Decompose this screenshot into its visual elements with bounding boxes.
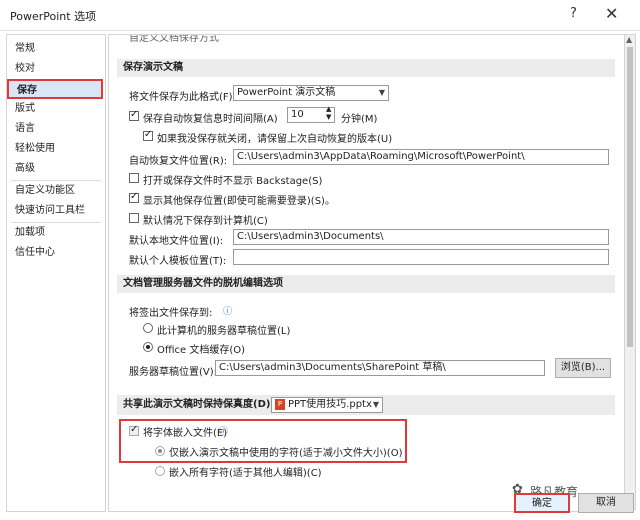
browse-button[interactable]: 浏览(B)...: [555, 358, 611, 378]
sidebar-item-layout[interactable]: 版式: [7, 99, 103, 119]
section-header-offline: 文档管理服务器文件的脱机编辑选项: [117, 275, 615, 293]
autorecover-minutes-value: 10: [291, 109, 304, 120]
fidelity-file-select[interactable]: P PPT使用技巧.pptx ▼: [271, 397, 383, 413]
radio-embed-all-label: 嵌入所有字符(适于其他人编辑)(C): [169, 468, 322, 479]
info-icon: ⓘ: [223, 307, 233, 317]
autorecover-location-value: C:\Users\admin3\AppData\Roaming\Microsof…: [237, 151, 525, 162]
no-backstage-label: 打开或保存文件时不显示 Backstage(S): [143, 176, 323, 187]
format-select-value: PowerPoint 演示文稿: [237, 87, 336, 98]
default-template-input[interactable]: [233, 249, 609, 265]
default-local-label: 默认本地文件位置(I):: [129, 236, 224, 247]
no-backstage-checkbox[interactable]: [129, 173, 139, 183]
sidebar-item-trust-center[interactable]: 信任中心: [7, 243, 103, 263]
sidebar-item-save[interactable]: 保存: [7, 79, 103, 99]
default-local-input[interactable]: C:\Users\admin3\Documents\: [233, 229, 609, 245]
radio-server-drafts-label: 此计算机的服务器草稿位置(L): [157, 326, 291, 337]
radio-embed-used-label: 仅嵌入演示文稿中使用的字符(适于减小文件大小)(O): [169, 448, 403, 459]
embed-fonts-checkbox[interactable]: [129, 424, 139, 436]
radio-embed-all[interactable]: [155, 466, 165, 476]
sidebar-item-advanced[interactable]: 高级: [7, 159, 103, 179]
radio-server-drafts[interactable]: [143, 323, 153, 333]
sidebar-item-general[interactable]: 常规: [7, 39, 103, 59]
vertical-scrollbar[interactable]: ▲ ▼: [624, 34, 636, 510]
sidebar-item-accessibility[interactable]: 轻松使用: [7, 139, 103, 159]
sidebar-item-addins[interactable]: 加载项: [7, 223, 103, 243]
default-template-label: 默认个人模板位置(T):: [129, 256, 227, 267]
ok-button[interactable]: 确定: [514, 493, 570, 513]
section-header-save: 保存演示文稿: [117, 59, 615, 77]
drafts-location-label: 服务器草稿位置(V):: [129, 367, 218, 378]
sidebar-item-quick-access[interactable]: 快速访问工具栏: [7, 201, 103, 221]
cancel-button[interactable]: 取消: [578, 493, 634, 513]
fidelity-label: 共享此演示文稿时保持保真度(D):: [123, 399, 275, 410]
default-computer-checkbox[interactable]: [129, 213, 139, 223]
section-intro-partial: 自定义文档保存方式: [129, 34, 219, 44]
options-content: 自定义文档保存方式 保存演示文稿 将文件保存为此格式(F): PowerPoin…: [108, 34, 626, 512]
scrollbar-thumb[interactable]: [627, 47, 633, 347]
chevron-down-icon: ▼: [372, 400, 379, 409]
spinner-up-icon[interactable]: ▲: [326, 105, 331, 113]
chevron-down-icon: ▼: [378, 88, 385, 97]
sidebar-item-language[interactable]: 语言: [7, 119, 103, 139]
autorecover-location-label: 自动恢复文件位置(R):: [129, 156, 228, 167]
radio-embed-used[interactable]: [155, 446, 165, 456]
fidelity-file-value: PPT使用技巧.pptx: [288, 399, 372, 410]
format-label: 将文件保存为此格式(F):: [129, 92, 236, 103]
keep-last-checkbox[interactable]: [143, 129, 153, 141]
close-button[interactable]: ✕: [605, 4, 618, 23]
sidebar-item-proofing[interactable]: 校对: [7, 59, 103, 79]
sidebar-item-customize-ribbon[interactable]: 自定义功能区: [7, 181, 103, 201]
minutes-label: 分钟(M): [341, 114, 378, 125]
info-icon: ⓘ: [219, 427, 229, 437]
scroll-up-icon[interactable]: ▲: [626, 35, 632, 44]
autorecover-label: 保存自动恢复信息时间间隔(A): [143, 114, 278, 125]
show-other-locations-label: 显示其他保存位置(即使可能需要登录)(S)。: [143, 196, 335, 207]
autorecover-location-input[interactable]: C:\Users\admin3\AppData\Roaming\Microsof…: [233, 149, 609, 165]
show-other-locations-checkbox[interactable]: [129, 191, 139, 203]
radio-office-cache[interactable]: [143, 342, 153, 352]
drafts-location-input[interactable]: C:\Users\admin3\Documents\SharePoint 草稿\: [215, 360, 545, 376]
default-computer-label: 默认情况下保存到计算机(C): [143, 216, 268, 227]
spinner-down-icon[interactable]: ▼: [326, 113, 331, 121]
drafts-location-value: C:\Users\admin3\Documents\SharePoint 草稿\: [219, 362, 446, 373]
window-title: PowerPoint 选项: [10, 10, 97, 23]
checkout-label: 将签出文件保存到:: [129, 308, 213, 319]
title-bar: PowerPoint 选项 ? ✕: [0, 0, 640, 31]
ppt-file-icon: P: [275, 398, 285, 410]
help-button[interactable]: ?: [570, 6, 577, 21]
autorecover-checkbox[interactable]: [129, 109, 139, 121]
keep-last-label: 如果我没保存就关闭，请保留上次自动恢复的版本(U): [157, 134, 393, 145]
embed-fonts-label: 将字体嵌入文件(E): [143, 428, 228, 439]
default-local-value: C:\Users\admin3\Documents\: [237, 231, 384, 242]
sidebar: 常规 校对 保存 版式 语言 轻松使用 高级 自定义功能区 快速访问工具栏 加载…: [6, 34, 106, 512]
format-select[interactable]: PowerPoint 演示文稿 ▼: [233, 85, 389, 101]
radio-office-cache-label: Office 文档缓存(O): [157, 345, 246, 356]
